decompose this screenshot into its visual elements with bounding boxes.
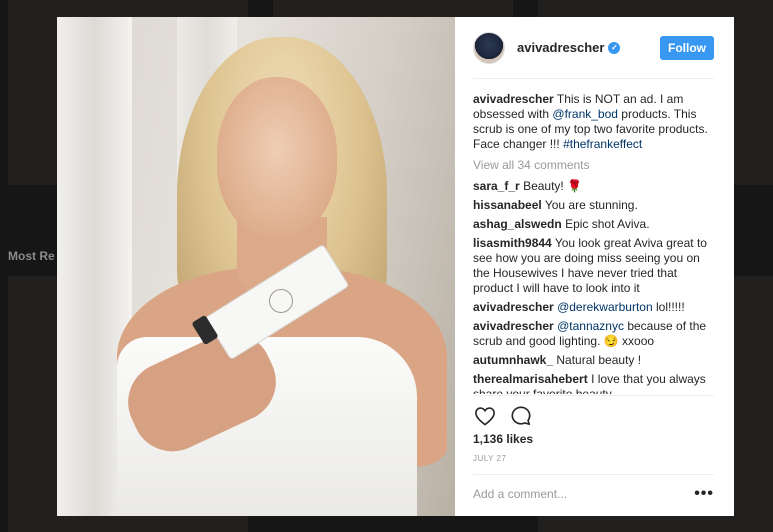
comment-username[interactable]: autumnhawk_ bbox=[473, 353, 553, 367]
more-options-icon[interactable]: ••• bbox=[694, 485, 714, 503]
post-actions bbox=[473, 395, 714, 435]
comment-mention[interactable]: @tannaznyc bbox=[557, 319, 624, 333]
caption-username[interactable]: avivadrescher bbox=[473, 92, 554, 106]
comment-item: autumnhawk_ Natural beauty ! bbox=[473, 353, 714, 368]
caption-hashtag[interactable]: #thefrankeffect bbox=[563, 137, 642, 151]
comment-username[interactable]: hissanabeel bbox=[473, 198, 542, 212]
post-side-panel: avivadrescher ✓ Follow avivadrescher Thi… bbox=[455, 17, 734, 516]
caption: avivadrescher This is NOT an ad. I am ob… bbox=[473, 92, 714, 152]
comment-item: sara_f_r Beauty! 🌹 bbox=[473, 179, 714, 194]
comment-item: hissanabeel You are stunning. bbox=[473, 198, 714, 213]
comment-username[interactable]: avivadrescher bbox=[473, 300, 554, 314]
comment-text: lol!!!!! bbox=[655, 300, 685, 314]
comment-username[interactable]: avivadrescher bbox=[473, 319, 554, 333]
follow-button[interactable]: Follow bbox=[660, 35, 714, 60]
comment-text: You are stunning. bbox=[544, 198, 638, 212]
like-count[interactable]: 1,136 likes bbox=[473, 432, 533, 446]
comment-mention[interactable]: @derekwarburton bbox=[557, 300, 653, 314]
header-username[interactable]: avivadrescher bbox=[517, 40, 604, 55]
comment-text: Beauty! 🌹 bbox=[523, 179, 583, 193]
heart-icon[interactable] bbox=[473, 404, 497, 428]
post-image[interactable] bbox=[57, 17, 455, 516]
tube-logo bbox=[269, 289, 293, 313]
post-date: JULY 27 bbox=[473, 454, 507, 463]
comment-item: avivadrescher @tannaznyc because of the … bbox=[473, 319, 714, 349]
post-header: avivadrescher ✓ Follow bbox=[473, 17, 714, 79]
verified-icon: ✓ bbox=[608, 41, 621, 54]
comment-item: lisasmith9844 You look great Aviva great… bbox=[473, 236, 714, 296]
avatar[interactable] bbox=[473, 31, 505, 64]
view-all-comments-link[interactable]: View all 34 comments bbox=[473, 158, 714, 173]
comment-icon-svg bbox=[511, 405, 531, 425]
post-modal: avivadrescher ✓ Follow avivadrescher Thi… bbox=[57, 17, 734, 516]
add-comment-input[interactable] bbox=[473, 486, 695, 501]
heart-icon-svg bbox=[475, 406, 495, 426]
comment-text: Natural beauty ! bbox=[556, 353, 642, 367]
section-label: Most Re bbox=[8, 249, 55, 263]
comment-item: avivadrescher @derekwarburton lol!!!!! bbox=[473, 300, 714, 315]
comment-username[interactable]: lisasmith9844 bbox=[473, 236, 552, 250]
add-comment-bar: ••• bbox=[473, 474, 714, 512]
caption-mention[interactable]: @frank_bod bbox=[552, 107, 618, 121]
comment-username[interactable]: therealmarisahebert bbox=[473, 372, 588, 386]
face bbox=[217, 77, 337, 237]
comments-list[interactable]: avivadrescher This is NOT an ad. I am ob… bbox=[473, 92, 714, 394]
comment-item: therealmarisahebert I love that you alwa… bbox=[473, 372, 714, 394]
comment-icon[interactable] bbox=[509, 404, 533, 428]
comment-text: Epic shot Aviva. bbox=[565, 217, 650, 231]
comment-item: ashag_alswedn Epic shot Aviva. bbox=[473, 217, 714, 232]
comment-username[interactable]: ashag_alswedn bbox=[473, 217, 562, 231]
comment-username[interactable]: sara_f_r bbox=[473, 179, 520, 193]
